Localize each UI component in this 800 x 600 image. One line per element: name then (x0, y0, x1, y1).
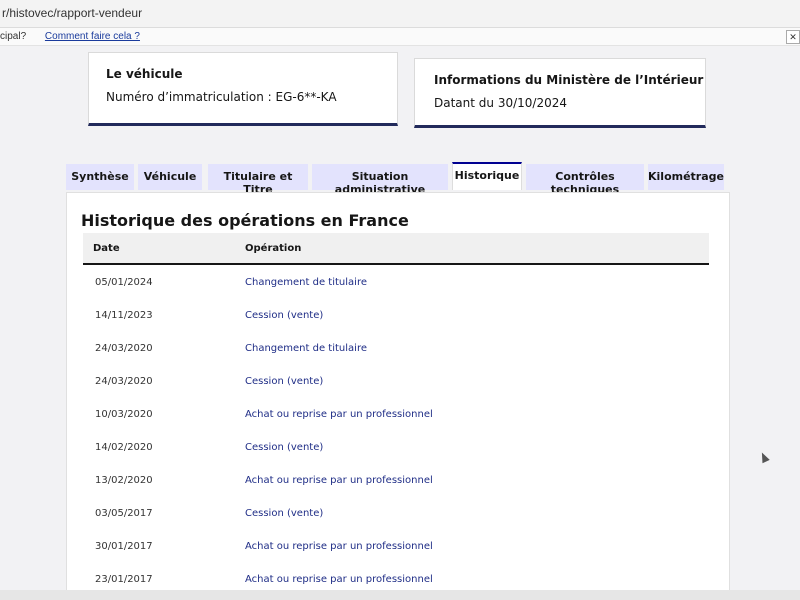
row-operation: Changement de titulaire (245, 277, 367, 288)
row-operation: Achat ou reprise par un professionnel (245, 541, 433, 552)
table-row: 14/02/2020 Cession (vente) (83, 432, 709, 464)
ministry-card-title: Informations du Ministère de l’Intérieur (434, 73, 704, 87)
row-date: 03/05/2017 (95, 508, 153, 519)
row-date: 30/01/2017 (95, 541, 153, 552)
tab-vehicule[interactable]: Véhicule (138, 164, 202, 190)
tab-situation[interactable]: Situation administrative (312, 164, 448, 196)
table-row: 10/03/2020 Achat ou reprise par un profe… (83, 399, 709, 431)
address-bar[interactable]: r/histovec/rapport-vendeur (0, 0, 800, 28)
mouse-cursor-icon (758, 450, 770, 464)
table-row: 30/01/2017 Achat ou reprise par un profe… (83, 531, 709, 563)
row-date: 14/11/2023 (95, 310, 153, 321)
row-date: 14/02/2020 (95, 442, 153, 453)
row-date: 24/03/2020 (95, 343, 153, 354)
ministry-date: Datant du 30/10/2024 (434, 96, 567, 110)
table-row: 24/03/2020 Changement de titulaire (83, 333, 709, 365)
row-operation: Cession (vente) (245, 376, 324, 387)
row-operation: Achat ou reprise par un professionnel (245, 475, 433, 486)
report-tabs: Synthèse Véhicule Titulaire et Titre Sit… (66, 162, 736, 196)
vehicle-plate: Numéro d’immatriculation : EG-6**-KA (106, 90, 337, 104)
row-operation: Cession (vente) (245, 508, 324, 519)
vehicle-card-title: Le véhicule (106, 67, 183, 81)
infobar-help-link[interactable]: Comment faire cela ? (45, 31, 140, 42)
history-title: Historique des opérations en France (81, 211, 409, 230)
taskbar (0, 590, 800, 600)
row-date: 23/01/2017 (95, 574, 153, 585)
row-date: 05/01/2024 (95, 277, 153, 288)
row-date: 10/03/2020 (95, 409, 153, 420)
history-table-header: Date Opération (83, 233, 709, 265)
row-date: 13/02/2020 (95, 475, 153, 486)
row-operation: Cession (vente) (245, 442, 324, 453)
ministry-card: Informations du Ministère de l’Intérieur… (414, 58, 706, 128)
row-date: 24/03/2020 (95, 376, 153, 387)
url-text[interactable]: r/histovec/rapport-vendeur (2, 6, 142, 20)
infobar-text: cipal? (0, 31, 27, 42)
table-row: 05/01/2024 Changement de titulaire (83, 267, 709, 299)
infobar-close-icon[interactable]: ✕ (786, 30, 800, 44)
browser-infobar: cipal? Comment faire cela ? ✕ (0, 28, 800, 46)
history-panel: Historique des opérations en France Date… (66, 192, 730, 600)
tab-kilometrage[interactable]: Kilométrage (648, 164, 724, 190)
page-content: Le véhicule Numéro d’immatriculation : E… (0, 46, 800, 600)
tab-historique[interactable]: Historique (452, 162, 522, 190)
row-operation: Achat ou reprise par un professionnel (245, 409, 433, 420)
tab-synthese[interactable]: Synthèse (66, 164, 134, 190)
table-row: 14/11/2023 Cession (vente) (83, 300, 709, 332)
column-header-date: Date (93, 243, 120, 254)
tab-titulaire[interactable]: Titulaire et Titre (208, 164, 308, 196)
row-operation: Changement de titulaire (245, 343, 367, 354)
row-operation: Cession (vente) (245, 310, 324, 321)
row-operation: Achat ou reprise par un professionnel (245, 574, 433, 585)
tab-controles[interactable]: Contrôles techniques (526, 164, 644, 196)
table-row: 24/03/2020 Cession (vente) (83, 366, 709, 398)
table-row: 13/02/2020 Achat ou reprise par un profe… (83, 465, 709, 497)
table-row: 03/05/2017 Cession (vente) (83, 498, 709, 530)
column-header-operation: Opération (245, 243, 302, 254)
vehicle-card: Le véhicule Numéro d’immatriculation : E… (88, 52, 398, 126)
